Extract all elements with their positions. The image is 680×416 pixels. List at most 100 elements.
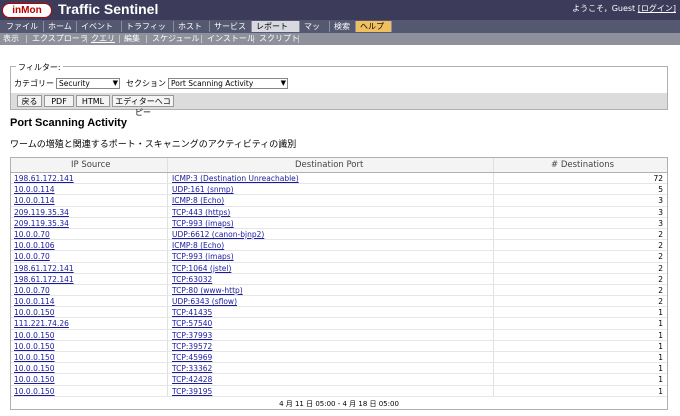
ip-source-link[interactable]: 10.0.0.150 bbox=[14, 308, 55, 317]
column-divider bbox=[493, 318, 494, 329]
table-row: 10.0.0.114 UDP:6343 (sflow) 2 bbox=[11, 296, 667, 308]
page-description: ワームの増殖と関連するポート・スキャニングのアクティビティの識別 bbox=[10, 140, 297, 150]
column-divider bbox=[167, 251, 168, 262]
menu-file[interactable]: ファイル bbox=[2, 21, 44, 32]
button-bar: 戻る PDF HTML エディターへコピー bbox=[11, 93, 667, 117]
destination-port-link[interactable]: TCP:37993 bbox=[172, 331, 212, 340]
results-table: IP Source Destination Port # Destination… bbox=[10, 157, 668, 410]
submenu-scripts[interactable]: スクリプト bbox=[259, 34, 299, 44]
ip-source-link[interactable]: 209.119.35.34 bbox=[14, 208, 69, 217]
ip-source-link[interactable]: 10.0.0.114 bbox=[14, 196, 55, 205]
submenu-edit[interactable]: 編集 bbox=[124, 34, 140, 44]
column-header-destinations[interactable]: # Destinations bbox=[551, 160, 614, 170]
ip-source-link[interactable]: 198.61.172.141 bbox=[14, 174, 74, 183]
destination-port-link[interactable]: UDP:161 (snmp) bbox=[172, 185, 234, 194]
ip-source-link[interactable]: 111.221.74.26 bbox=[14, 319, 69, 328]
html-button[interactable]: HTML bbox=[76, 95, 110, 107]
inmon-logo[interactable]: inMon bbox=[2, 3, 52, 18]
category-select[interactable]: Security ▼ bbox=[56, 77, 120, 89]
ip-source-link[interactable]: 10.0.0.106 bbox=[14, 241, 55, 250]
ip-source-link[interactable]: 10.0.0.70 bbox=[14, 286, 50, 295]
ip-source-link[interactable]: 10.0.0.150 bbox=[14, 375, 55, 384]
column-divider bbox=[493, 173, 494, 184]
table-row: 10.0.0.70 UDP:6612 (canon-bjnp2) 2 bbox=[11, 228, 667, 241]
destination-port-link[interactable]: ICMP:3 (Destination Unreachable) bbox=[172, 174, 299, 183]
destinations-count: 2 bbox=[658, 274, 663, 284]
ip-source-link[interactable]: 10.0.0.70 bbox=[14, 230, 50, 239]
ip-source-link[interactable]: 10.0.0.70 bbox=[14, 252, 50, 261]
menu-events[interactable]: イベント bbox=[77, 21, 122, 32]
table-footer: 4 月 11 日 05:00 - 4 月 18 日 05:00 bbox=[11, 396, 667, 409]
column-divider bbox=[167, 374, 168, 385]
ip-source-link[interactable]: 10.0.0.150 bbox=[14, 331, 55, 340]
copy-to-editor-button[interactable]: エディターへコピー bbox=[112, 95, 174, 117]
ip-source-link[interactable]: 10.0.0.150 bbox=[14, 364, 55, 373]
destination-port-link[interactable]: TCP:443 (https) bbox=[172, 208, 230, 217]
section-select[interactable]: Port Scanning Activity ▼ bbox=[168, 77, 288, 89]
menu-traffic[interactable]: トラフィック bbox=[122, 21, 174, 42]
destination-port-link[interactable]: TCP:41435 bbox=[172, 308, 212, 317]
column-divider bbox=[493, 184, 494, 195]
destination-port-link[interactable]: TCP:63032 bbox=[172, 275, 212, 284]
destination-port-link[interactable]: UDP:6343 (sflow) bbox=[172, 297, 237, 306]
ip-source-link[interactable]: 10.0.0.114 bbox=[14, 185, 55, 194]
column-divider bbox=[493, 296, 494, 307]
menu-help[interactable]: ヘルプ bbox=[356, 21, 392, 32]
column-divider bbox=[493, 217, 494, 228]
destination-port-link[interactable]: TCP:80 (www-http) bbox=[172, 286, 243, 295]
table-row: 10.0.0.114 UDP:161 (snmp) 5 bbox=[11, 184, 667, 196]
column-divider bbox=[493, 195, 494, 206]
destinations-count: 2 bbox=[658, 263, 663, 273]
destination-port-link[interactable]: TCP:39572 bbox=[172, 342, 212, 351]
submenu-explorer[interactable]: エクスプローラ bbox=[32, 34, 88, 44]
column-divider bbox=[493, 262, 494, 273]
column-divider bbox=[167, 206, 168, 217]
destination-port-link[interactable]: TCP:39195 bbox=[172, 387, 212, 396]
back-button[interactable]: 戻る bbox=[17, 95, 42, 107]
column-divider bbox=[167, 184, 168, 195]
submenu-query[interactable]: クエリ bbox=[91, 34, 115, 44]
pdf-button[interactable]: PDF bbox=[44, 95, 74, 107]
destinations-count: 1 bbox=[658, 353, 663, 362]
destination-port-link[interactable]: TCP:57540 bbox=[172, 319, 212, 328]
destinations-count: 3 bbox=[658, 207, 663, 217]
table-row: 209.119.35.34 TCP:443 (https) 3 bbox=[11, 206, 667, 218]
ip-source-link[interactable]: 10.0.0.150 bbox=[14, 342, 55, 351]
ip-source-link[interactable]: 10.0.0.150 bbox=[14, 387, 55, 396]
menu-hosts[interactable]: ホスト bbox=[174, 21, 210, 32]
menu-home[interactable]: ホーム bbox=[44, 21, 77, 32]
destination-port-link[interactable]: ICMP:8 (Echo) bbox=[172, 196, 224, 205]
menu-services[interactable]: サービス bbox=[210, 21, 252, 32]
destinations-count: 3 bbox=[658, 196, 663, 206]
destination-port-link[interactable]: TCP:993 (imaps) bbox=[172, 219, 234, 228]
destination-port-link[interactable]: ICMP:8 (Echo) bbox=[172, 241, 224, 250]
login-link[interactable]: [ログイン] bbox=[638, 4, 676, 13]
destinations-count: 1 bbox=[658, 341, 663, 351]
destination-port-link[interactable]: TCP:1064 (jstel) bbox=[172, 264, 231, 273]
submenu-install[interactable]: インストール bbox=[207, 34, 255, 44]
menu-reports[interactable]: レポート bbox=[252, 21, 300, 32]
ip-source-link[interactable]: 198.61.172.141 bbox=[14, 275, 74, 284]
ip-source-link[interactable]: 10.0.0.114 bbox=[14, 297, 55, 306]
ip-source-link[interactable]: 198.61.172.141 bbox=[14, 264, 74, 273]
ip-source-link[interactable]: 10.0.0.150 bbox=[14, 353, 55, 362]
column-header-destination-port[interactable]: Destination Port bbox=[295, 160, 363, 170]
menu-map[interactable]: マップ bbox=[300, 21, 330, 42]
column-divider bbox=[493, 284, 494, 296]
destination-port-link[interactable]: TCP:45969 bbox=[172, 353, 212, 362]
table-row: 10.0.0.70 TCP:80 (www-http) 2 bbox=[11, 284, 667, 297]
destination-port-link[interactable]: TCP:993 (imaps) bbox=[172, 252, 234, 261]
column-divider bbox=[493, 385, 494, 396]
destination-port-link[interactable]: TCP:42428 bbox=[172, 375, 212, 384]
column-divider bbox=[167, 385, 168, 396]
submenu-view[interactable]: 表示 bbox=[3, 34, 19, 44]
column-divider bbox=[493, 363, 494, 374]
destination-port-link[interactable]: UDP:6612 (canon-bjnp2) bbox=[172, 230, 264, 239]
chevron-down-icon: ▼ bbox=[112, 78, 118, 87]
menu-search[interactable]: 検索 bbox=[330, 21, 356, 32]
ip-source-link[interactable]: 209.119.35.34 bbox=[14, 219, 69, 228]
column-header-ip-source[interactable]: IP Source bbox=[71, 160, 111, 170]
welcome-area: ようこそ，Guest [ログイン] bbox=[572, 3, 676, 14]
destination-port-link[interactable]: TCP:33362 bbox=[172, 364, 212, 373]
submenu-schedule[interactable]: スケジュール bbox=[152, 34, 199, 44]
